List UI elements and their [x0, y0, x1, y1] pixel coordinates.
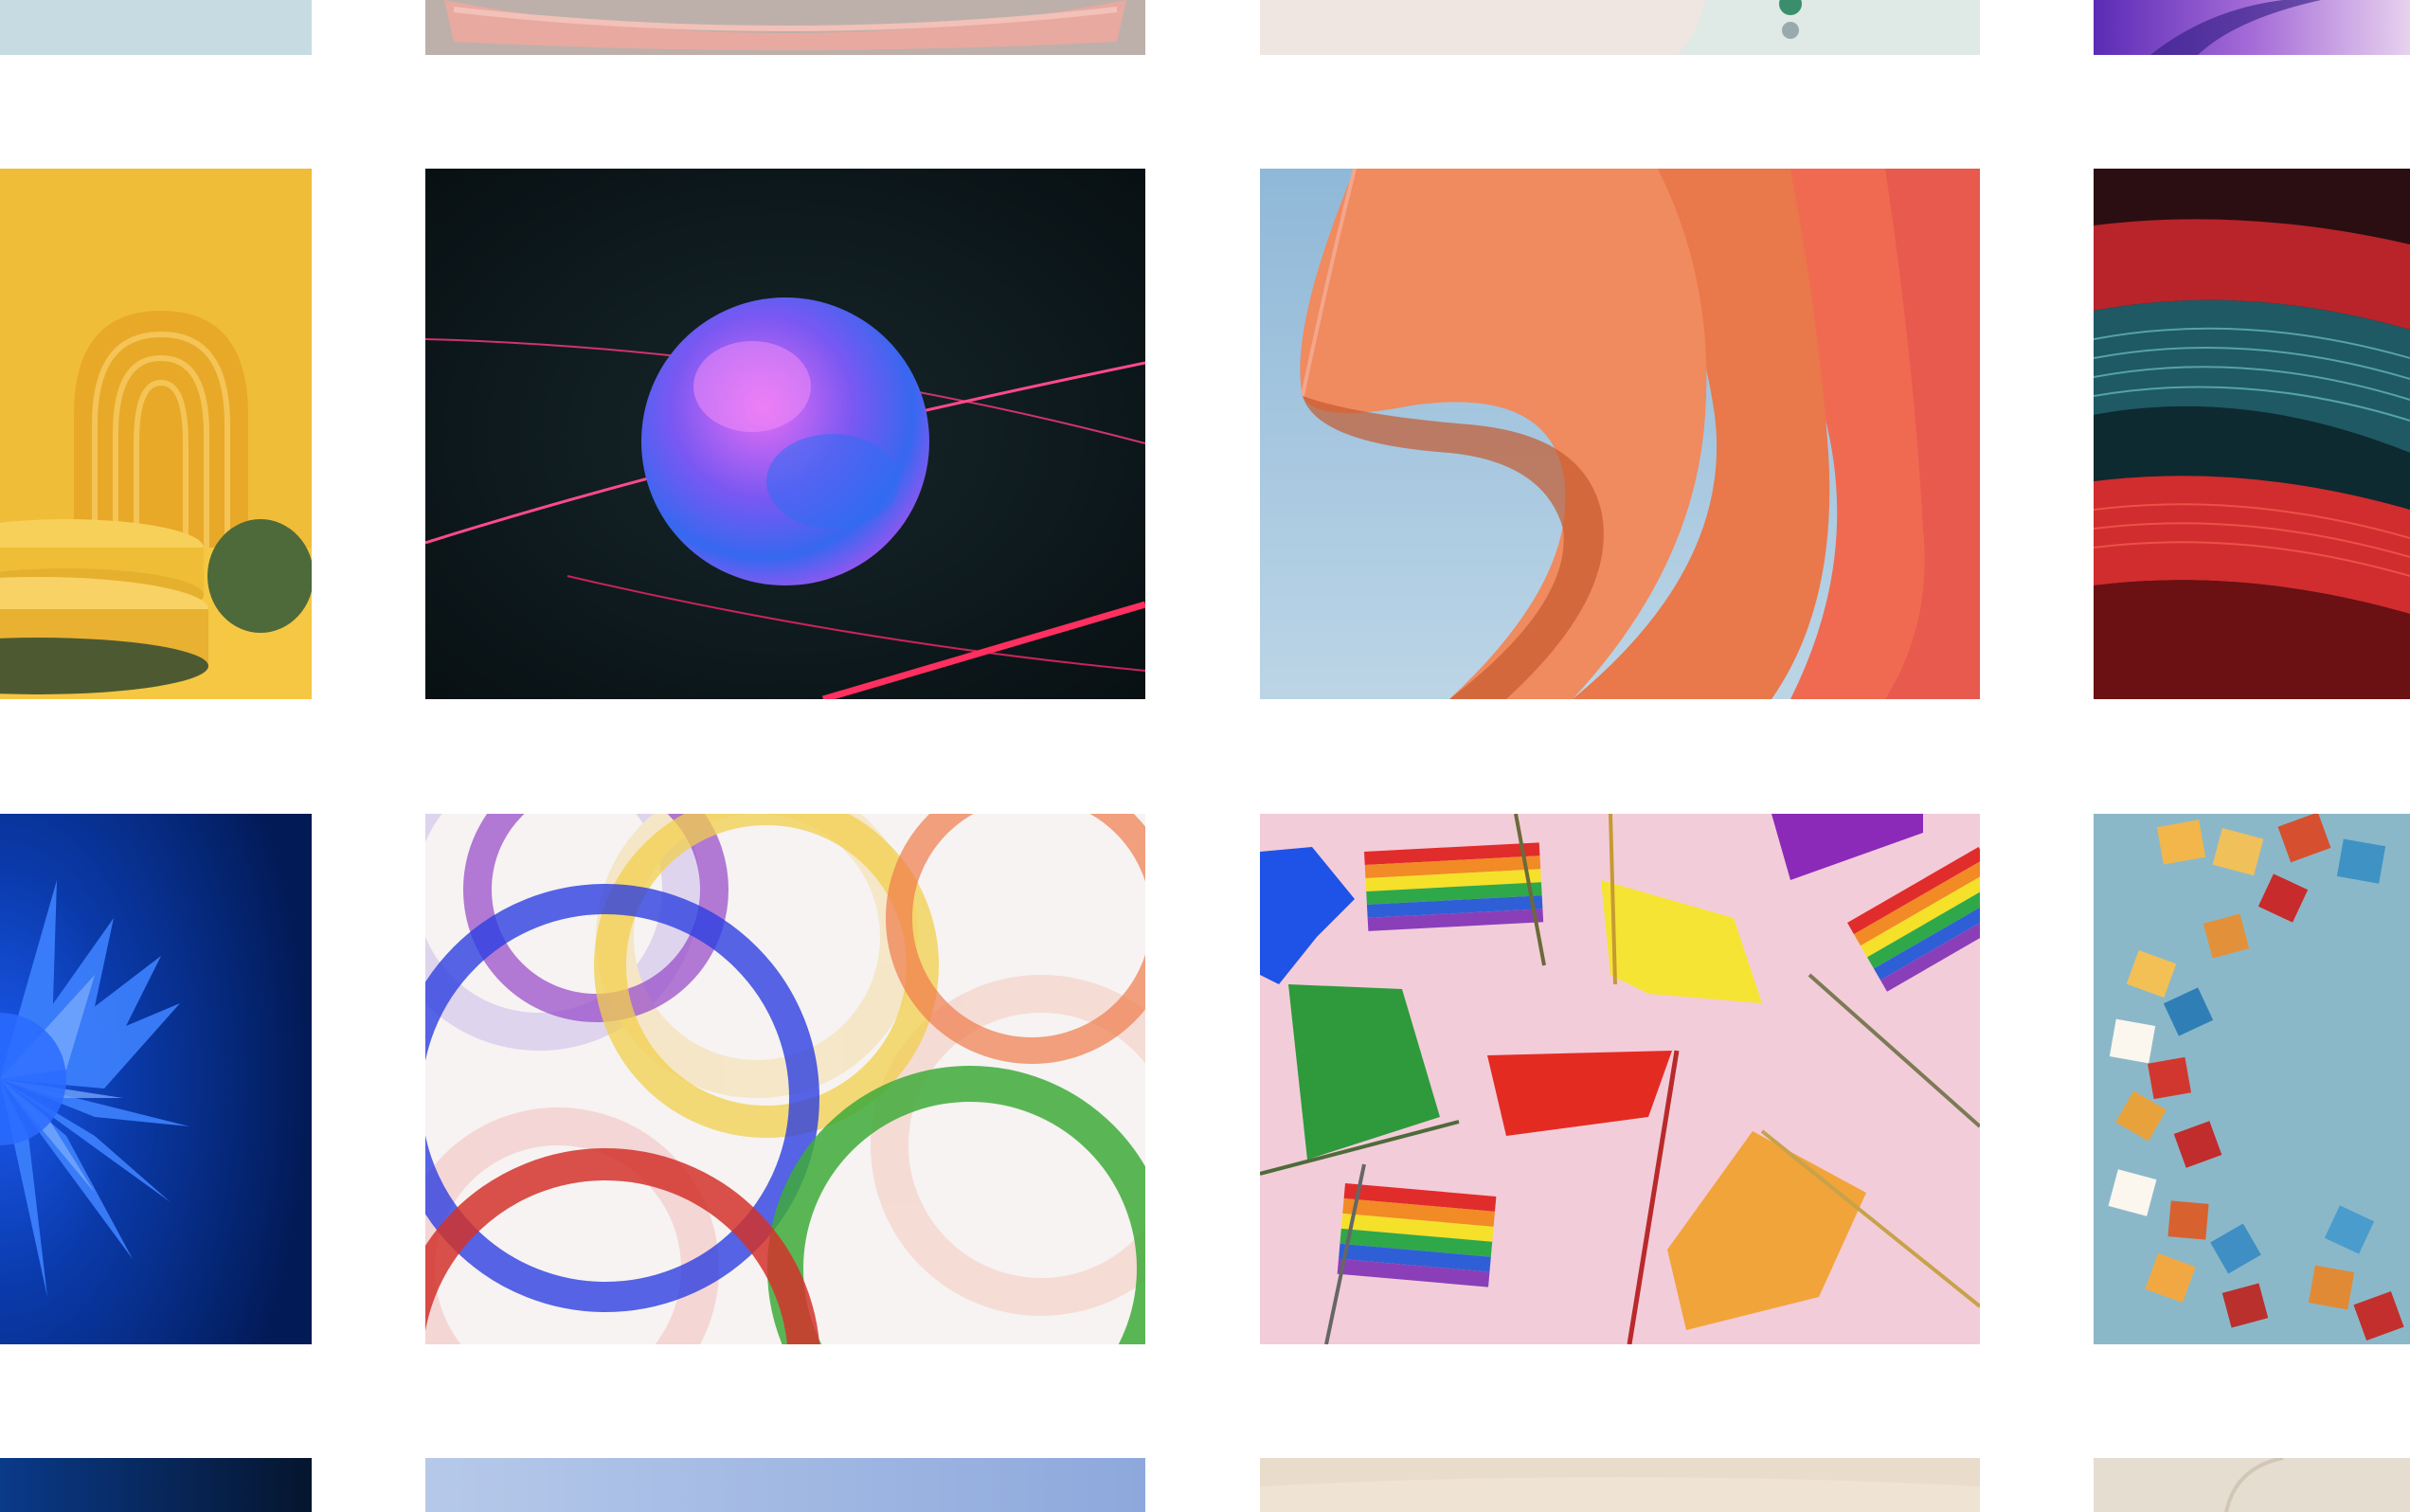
wallpaper-tile-glass-rings[interactable]	[425, 814, 1145, 1344]
wallpaper-tile-dark-blue[interactable]	[0, 1458, 312, 1512]
wallpaper-tile-sky-blue[interactable]	[425, 1458, 1145, 1512]
wallpaper-tile-blue-flower[interactable]	[0, 814, 312, 1344]
wallpaper-tile-beige[interactable]	[1260, 1458, 1980, 1512]
wallpaper-gallery	[0, 0, 2410, 1512]
wallpaper-tile-pink-pedestal[interactable]	[425, 0, 1145, 55]
wallpaper-tile-purple-gradient[interactable]	[2094, 0, 2410, 55]
wallpaper-tile-yellow-arch[interactable]	[0, 169, 312, 699]
wallpaper-tile-pride-flags[interactable]	[1260, 814, 1980, 1344]
wallpaper-tile-beige-arc[interactable]	[2094, 1458, 2410, 1512]
wallpaper-tile-color-tiles[interactable]	[2094, 814, 2410, 1344]
wallpaper-tile-cream-marble[interactable]	[1260, 0, 1980, 55]
wallpaper-tile-pale-blue[interactable]	[0, 0, 312, 55]
wallpaper-tile-glowing-orb[interactable]	[425, 169, 1145, 699]
wallpaper-tile-orange-ribbon[interactable]	[1260, 169, 1980, 699]
wallpaper-tile-red-teal-wave[interactable]	[2094, 169, 2410, 699]
